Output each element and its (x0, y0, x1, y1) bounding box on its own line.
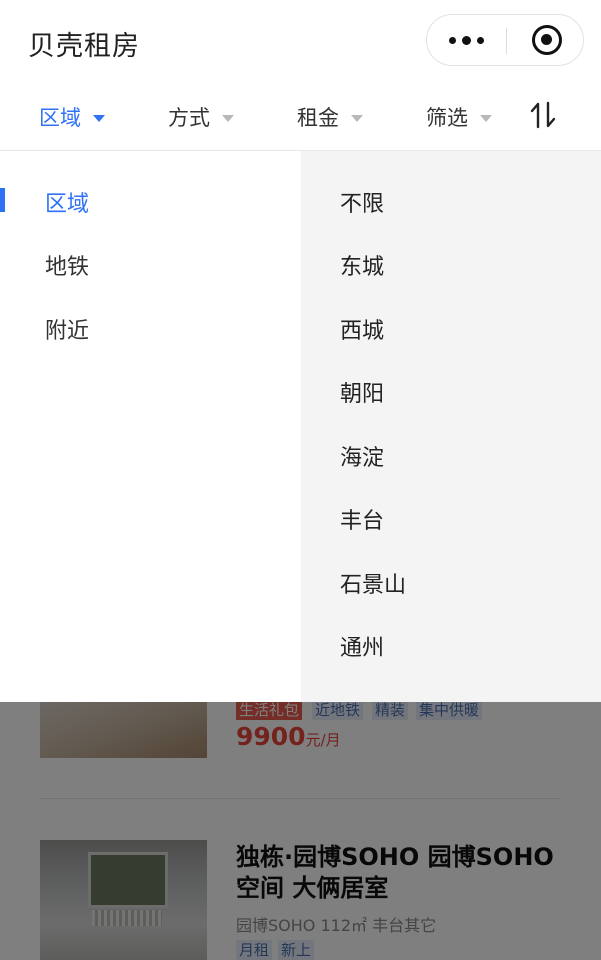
category-subway[interactable]: 地铁 (45, 249, 89, 281)
app-title: 贝壳租房 (28, 31, 140, 62)
option-xicheng[interactable]: 西城 (340, 313, 384, 345)
option-tongzhou[interactable]: 通州 (340, 630, 384, 662)
caret-down-icon (93, 114, 105, 122)
filter-tab-method[interactable]: 方式 (168, 102, 234, 132)
option-haidian[interactable]: 海淀 (340, 440, 384, 472)
filter-tab-label: 租金 (297, 106, 339, 130)
sort-icon[interactable] (528, 100, 558, 130)
filter-tab-area[interactable]: 区域 (39, 102, 105, 132)
option-chaoyang[interactable]: 朝阳 (340, 376, 384, 408)
option-shijingshan[interactable]: 石景山 (340, 567, 406, 599)
caret-down-icon (351, 114, 363, 122)
filter-bar: 区域 方式 租金 筛选 (0, 84, 601, 151)
filter-tab-more[interactable]: 筛选 (426, 102, 492, 132)
dropdown-option-list: 不限 东城 西城 朝阳 海淀 丰台 石景山 通州 (301, 151, 601, 702)
filter-tab-label: 方式 (168, 106, 210, 130)
close-target-icon[interactable] (532, 25, 562, 55)
category-area[interactable]: 区域 (45, 186, 89, 218)
option-dongcheng[interactable]: 东城 (340, 249, 384, 281)
active-indicator (0, 188, 5, 212)
capsule-divider (506, 28, 507, 54)
option-fengtai[interactable]: 丰台 (340, 503, 384, 535)
more-dots-icon[interactable] (427, 15, 505, 65)
area-dropdown: 区域 地铁 附近 不限 东城 西城 朝阳 海淀 丰台 石景山 通州 (0, 151, 601, 702)
header: 贝壳租房 (0, 0, 601, 84)
category-nearby[interactable]: 附近 (45, 313, 89, 345)
dropdown-category-list: 区域 地铁 附近 (0, 151, 301, 702)
filter-tab-rent[interactable]: 租金 (297, 102, 363, 132)
caret-down-icon (222, 114, 234, 122)
filter-tab-label: 筛选 (426, 106, 468, 130)
option-unlimited[interactable]: 不限 (340, 186, 384, 218)
filter-tab-label: 区域 (39, 106, 81, 130)
mini-program-capsule (426, 14, 584, 66)
caret-down-icon (480, 114, 492, 122)
